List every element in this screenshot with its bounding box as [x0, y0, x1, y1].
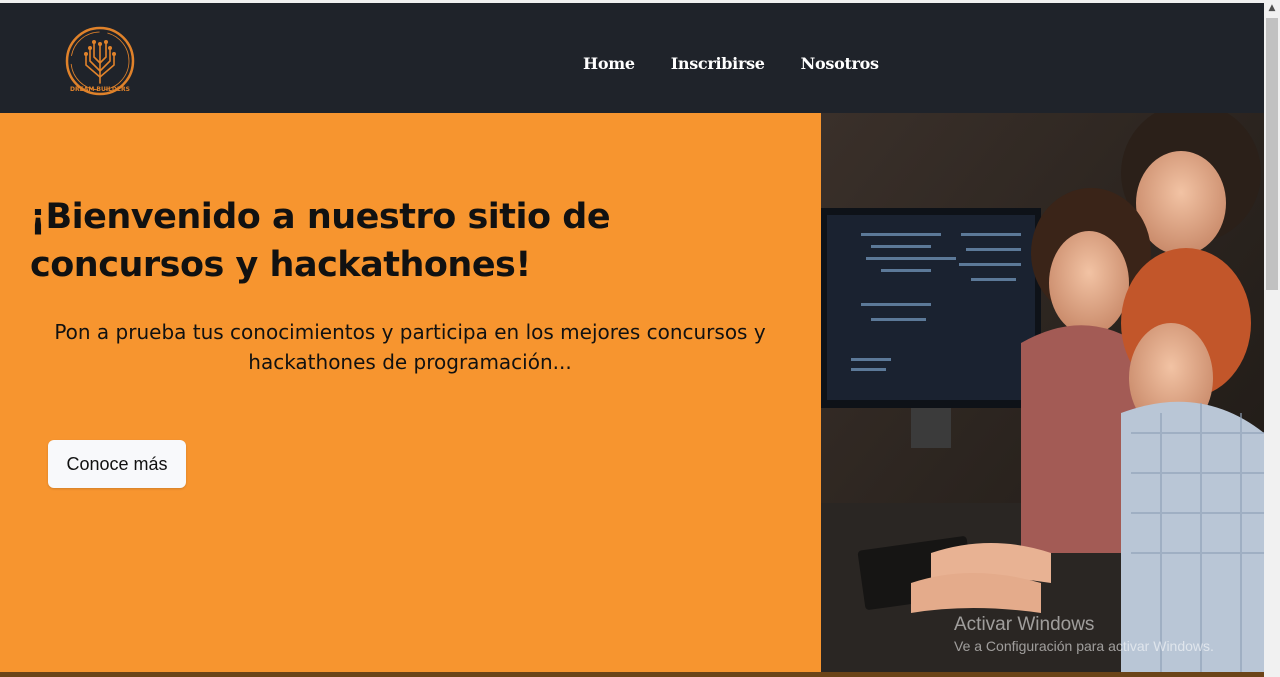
scrollbar-thumb[interactable]: [1266, 18, 1278, 290]
hero-text-panel: ¡Bienvenido a nuestro sitio de concursos…: [0, 113, 821, 672]
hero-title: ¡Bienvenido a nuestro sitio de concursos…: [30, 197, 611, 285]
logo-text: DREAM BUILDERS: [70, 86, 130, 93]
team-coding-photo: [821, 113, 1264, 672]
nav-link-nosotros[interactable]: Nosotros: [801, 54, 879, 73]
learn-more-button[interactable]: Conoce más: [48, 440, 186, 488]
nav-link-home[interactable]: Home: [583, 54, 635, 73]
windows-activation-watermark: Activar Windows Ve a Configuración para …: [954, 613, 1214, 655]
vertical-scrollbar[interactable]: ▲: [1264, 0, 1280, 677]
scroll-up-arrow-icon[interactable]: ▲: [1264, 0, 1280, 16]
hero-subtitle: Pon a prueba tus conocimientos y partici…: [54, 320, 766, 374]
circuit-tree-logo-icon: DREAM BUILDERS: [65, 26, 135, 96]
nav-link-inscribirse[interactable]: Inscribirse: [671, 54, 765, 73]
main-nav: Home Inscribirse Nosotros: [583, 54, 915, 73]
team-coding-photo-icon: [821, 113, 1264, 672]
navbar: DREAM BUILDERS Home Inscribirse Nosotros: [0, 3, 1264, 113]
watermark-subtitle: Ve a Configuración para activar Windows.: [954, 638, 1214, 654]
brand-logo[interactable]: DREAM BUILDERS: [64, 25, 136, 97]
section-divider: [0, 672, 1264, 677]
watermark-title: Activar Windows: [954, 614, 1095, 635]
hero-section: ¡Bienvenido a nuestro sitio de concursos…: [0, 113, 1264, 672]
